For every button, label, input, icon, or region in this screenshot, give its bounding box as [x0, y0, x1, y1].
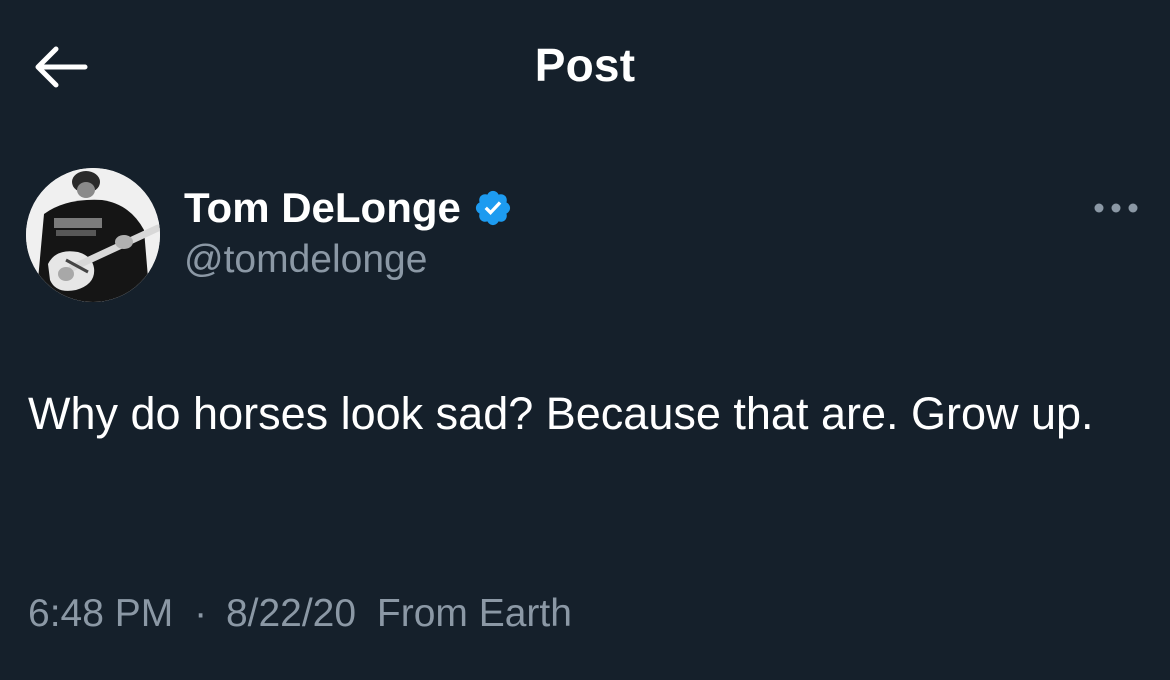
post-text: Why do horses look sad? Because that are… [28, 388, 1094, 439]
author-display-name[interactable]: Tom DeLonge [184, 184, 461, 232]
post-time[interactable]: 6:48 PM [28, 592, 173, 635]
post-date[interactable]: 8/22/20 [226, 592, 356, 635]
top-bar: Post [0, 0, 1170, 134]
page-title: Post [534, 39, 636, 91]
more-horizontal-icon [1094, 203, 1138, 213]
post-metadata: 6:48 PM · 8/22/20 From Earth [28, 592, 572, 636]
post-source: From Earth [376, 592, 572, 635]
avatar[interactable] [26, 168, 160, 302]
more-options-button[interactable] [1086, 186, 1146, 230]
post-detail: Tom DeLonge @tomdelonge Why do horses lo… [0, 134, 1170, 680]
author-handle[interactable]: @tomdelonge [184, 238, 427, 282]
profile-photo-avatar [26, 168, 160, 302]
author-name-row[interactable]: Tom DeLonge [184, 180, 513, 236]
meta-separator: · [194, 592, 208, 635]
verified-badge-icon [473, 188, 513, 228]
